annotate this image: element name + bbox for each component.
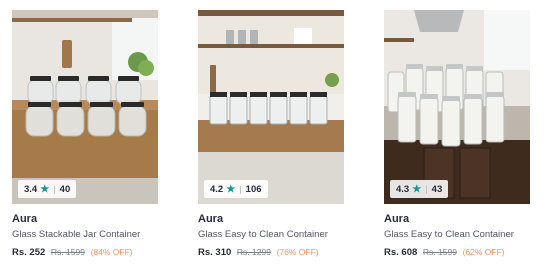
original-price: Rs. 1299 xyxy=(236,247,271,257)
rating-count: 106 xyxy=(245,183,262,195)
original-price: Rs. 1599 xyxy=(422,247,457,257)
product-name[interactable]: Glass Easy to Clean Container xyxy=(384,229,530,241)
product-price: Rs. 310 Rs. 1299 (76% OFF) xyxy=(198,246,344,259)
product-name[interactable]: Glass Stackable Jar Container xyxy=(12,229,158,241)
product-card[interactable]: 4.3 ★ | 43 Aura Glass Easy to Clean Cont… xyxy=(384,10,530,259)
product-name[interactable]: Glass Easy to Clean Container xyxy=(198,229,344,241)
star-icon: ★ xyxy=(226,183,236,195)
product-card[interactable]: 4.2 ★ | 106 Aura Glass Easy to Clean Con… xyxy=(198,10,344,259)
original-price: Rs. 1599 xyxy=(50,247,85,257)
product-image[interactable]: 4.3 ★ | 43 xyxy=(384,10,530,204)
discount-percent: (76% OFF) xyxy=(276,247,319,257)
product-price: Rs. 608 Rs. 1599 (62% OFF) xyxy=(384,246,530,259)
product-price: Rs. 252 Rs. 1599 (84% OFF) xyxy=(12,246,158,259)
discounted-price: Rs. 608 xyxy=(384,247,418,258)
rating-value: 4.3 xyxy=(396,183,410,195)
rating-value: 3.4 xyxy=(24,183,38,195)
rating-divider: | xyxy=(239,183,242,195)
rating-badge: 3.4 ★ | 40 xyxy=(18,180,77,198)
product-photo xyxy=(12,10,158,204)
discounted-price: Rs. 310 xyxy=(198,247,232,258)
rating-badge: 4.3 ★ | 43 xyxy=(390,180,449,198)
rating-divider: | xyxy=(53,183,56,195)
product-brand[interactable]: Aura xyxy=(12,212,158,226)
product-card[interactable]: 3.4 ★ | 40 Aura Glass Stackable Jar Cont… xyxy=(12,10,158,259)
product-brand[interactable]: Aura xyxy=(198,212,344,226)
star-icon: ★ xyxy=(40,183,50,195)
rating-divider: | xyxy=(425,183,428,195)
rating-count: 43 xyxy=(431,183,443,195)
product-image[interactable]: 4.2 ★ | 106 xyxy=(198,10,344,204)
star-icon: ★ xyxy=(412,183,422,195)
rating-count: 40 xyxy=(59,183,71,195)
product-photo xyxy=(384,10,530,204)
product-brand[interactable]: Aura xyxy=(384,212,530,226)
discount-percent: (62% OFF) xyxy=(462,247,505,257)
rating-badge: 4.2 ★ | 106 xyxy=(204,180,268,198)
discount-percent: (84% OFF) xyxy=(90,247,133,257)
rating-value: 4.2 xyxy=(210,183,224,195)
discounted-price: Rs. 252 xyxy=(12,247,46,258)
product-image[interactable]: 3.4 ★ | 40 xyxy=(12,10,158,204)
product-photo xyxy=(198,10,344,204)
